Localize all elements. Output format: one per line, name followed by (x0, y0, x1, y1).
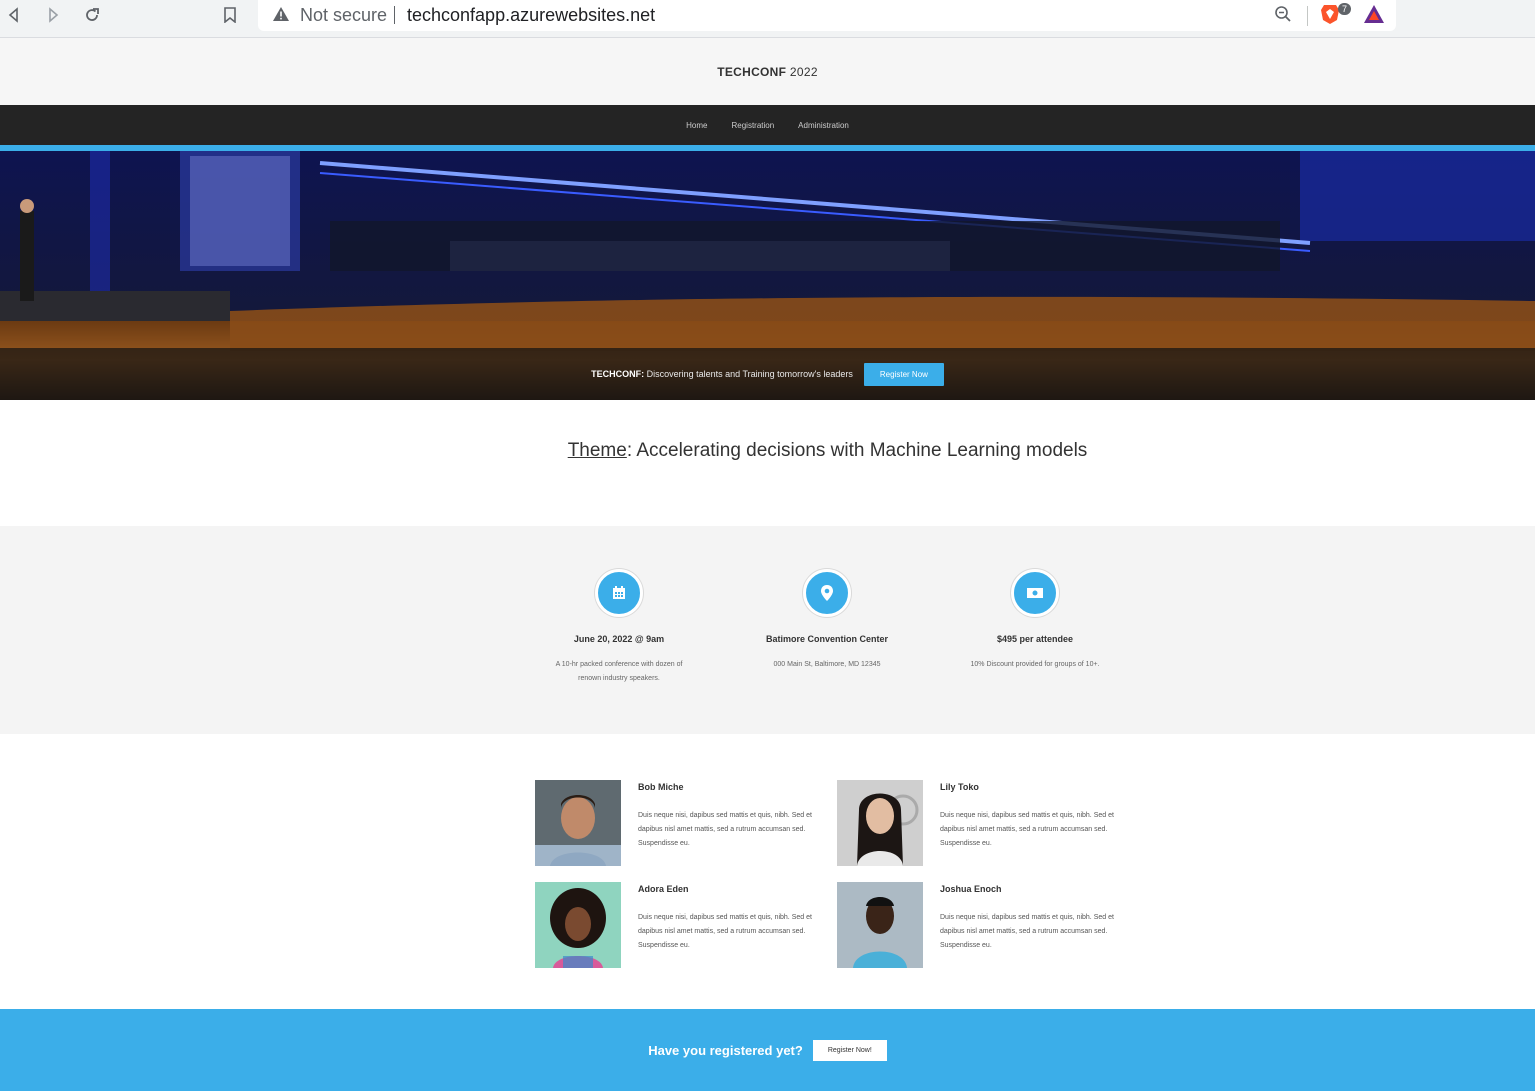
tagline-text: Discovering talents and Training tomorro… (644, 369, 853, 379)
money-icon (1011, 569, 1059, 617)
feature-title: Batimore Convention Center (765, 634, 888, 644)
theme-label: Theme (567, 440, 627, 461)
rewards-icon[interactable] (1363, 3, 1385, 30)
nav-administration[interactable]: Administration (798, 121, 849, 130)
speaker-card: Adora Eden Duis neque nisi, dapibus sed … (535, 882, 835, 968)
speaker-photo (837, 882, 923, 968)
feature-location: Batimore Convention Center 000 Main St, … (727, 569, 927, 672)
calendar-icon (595, 569, 643, 617)
speaker-card: Bob Miche Duis neque nisi, dapibus sed m… (535, 780, 835, 866)
zoom-icon[interactable] (1274, 5, 1292, 28)
feature-description: A 10-hr packed conference with dozen of … (555, 661, 683, 682)
speaker-card: Joshua Enoch Duis neque nisi, dapibus se… (837, 882, 1137, 968)
main-nav: Home Registration Administration (0, 105, 1535, 145)
divider (1307, 6, 1308, 26)
conference-theme: Theme: Accelerating decisions with Machi… (0, 440, 1535, 462)
speaker-card: Lily Toko Duis neque nisi, dapibus sed m… (837, 780, 1137, 866)
speaker-bio: Duis neque nisi, dapibus sed mattis et q… (940, 914, 1114, 949)
register-now-cta-button[interactable]: Register Now! (812, 1039, 887, 1061)
speaker-name: Bob Miche (638, 782, 684, 792)
site-header: TECHCONF 2022 (0, 38, 1535, 105)
feature-title: $495 per attendee (996, 634, 1074, 644)
speaker-bio: Duis neque nisi, dapibus sed mattis et q… (638, 812, 812, 847)
feature-description: 000 Main St, Baltimore, MD 12345 (773, 661, 881, 668)
speakers-section: Bob Miche Duis neque nisi, dapibus sed m… (0, 734, 1535, 1009)
hero-banner: TECHCONF: Discovering talents and Traini… (0, 151, 1535, 400)
speaker-name: Joshua Enoch (940, 884, 1002, 894)
warning-icon (272, 6, 290, 27)
theme-text: : Accelerating decisions with Machine Le… (626, 440, 1088, 461)
speaker-photo (535, 780, 621, 866)
brave-shield-icon[interactable] (1320, 3, 1340, 30)
speaker-photo (837, 780, 923, 866)
feature-description: 10% Discount provided for groups of 10+. (970, 661, 1100, 668)
brand-name: TECHCONF (717, 64, 787, 79)
register-now-button[interactable]: Register Now (863, 362, 944, 386)
divider (394, 6, 395, 24)
back-icon[interactable] (2, 3, 26, 27)
cta-question: Have you registered yet? (648, 1042, 803, 1058)
forward-icon[interactable] (41, 3, 65, 27)
speaker-bio: Duis neque nisi, dapibus sed mattis et q… (638, 914, 812, 949)
registration-cta: Have you registered yet? Register Now! (0, 1009, 1535, 1091)
speaker-bio: Duis neque nisi, dapibus sed mattis et q… (940, 812, 1114, 847)
site-brand[interactable]: TECHCONF 2022 (717, 65, 818, 79)
speaker-name: Lily Toko (940, 782, 979, 792)
map-pin-icon (803, 569, 851, 617)
feature-date: June 20, 2022 @ 9am A 10-hr packed confe… (519, 569, 719, 686)
address-bar[interactable]: Not secure techconfapp.azurewebsites.net… (258, 0, 1396, 31)
features-section: June 20, 2022 @ 9am A 10-hr packed confe… (0, 526, 1535, 734)
bookmark-icon[interactable] (218, 3, 242, 27)
nav-registration[interactable]: Registration (731, 121, 774, 130)
hero-tagline-bar: TECHCONF: Discovering talents and Traini… (0, 348, 1535, 400)
feature-title: June 20, 2022 @ 9am (573, 634, 665, 644)
hero-tagline: TECHCONF: Discovering talents and Traini… (591, 369, 853, 379)
reload-icon[interactable] (80, 3, 104, 27)
speaker-name: Adora Eden (638, 884, 689, 894)
browser-toolbar: Not secure techconfapp.azurewebsites.net… (0, 0, 1535, 38)
feature-price: $495 per attendee 10% Discount provided … (935, 569, 1135, 672)
security-label: Not secure (300, 5, 388, 25)
brand-year: 2022 (786, 64, 818, 79)
speaker-photo (535, 882, 621, 968)
shield-count-badge: 7 (1338, 3, 1352, 15)
tagline-brand: TECHCONF: (591, 369, 645, 379)
url-text[interactable]: techconfapp.azurewebsites.net (407, 5, 655, 26)
nav-home[interactable]: Home (686, 121, 707, 130)
